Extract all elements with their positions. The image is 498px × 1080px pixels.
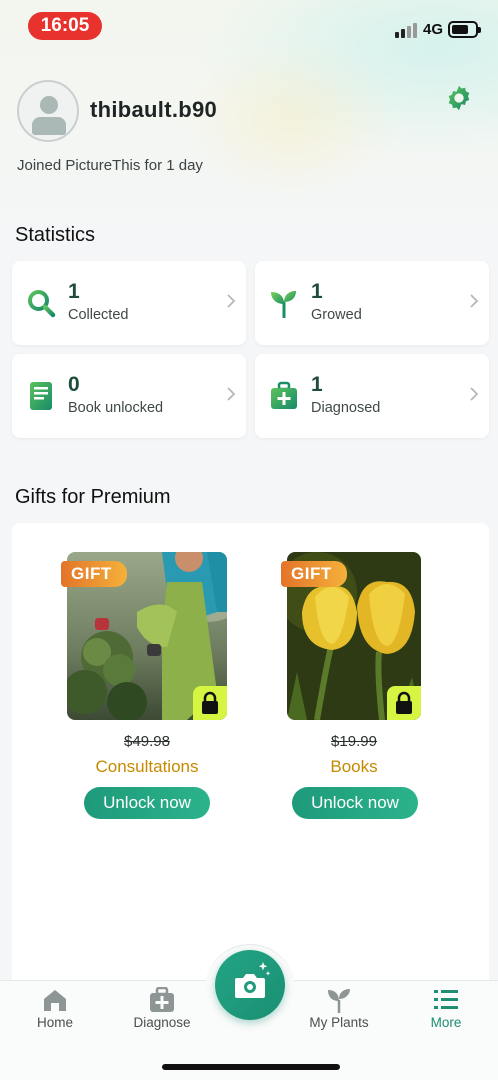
stat-value: 1 xyxy=(311,373,323,396)
gift-original-price: $49.98 xyxy=(124,733,170,750)
lock-icon xyxy=(387,686,421,720)
camera-icon xyxy=(235,962,271,998)
chevron-right-icon xyxy=(470,387,479,401)
network-type: 4G xyxy=(423,21,444,38)
avatar[interactable] xyxy=(17,80,79,142)
statistics-title: Statistics xyxy=(15,224,96,246)
sprout-icon xyxy=(328,989,350,1013)
signal-icon xyxy=(395,22,419,38)
unlock-now-button[interactable]: Unlock now xyxy=(292,787,418,819)
chevron-right-icon xyxy=(470,294,479,308)
medkit-icon xyxy=(271,381,297,409)
status-time: 16:05 xyxy=(28,12,102,40)
battery-icon xyxy=(448,21,481,38)
stat-label: Collected xyxy=(68,307,129,323)
stat-card-diagnosed[interactable]: 1 Diagnosed xyxy=(255,354,489,438)
stat-label: Book unlocked xyxy=(68,400,164,416)
username[interactable]: thibault.b90 xyxy=(90,97,217,123)
stat-value: 1 xyxy=(311,280,323,303)
home-icon xyxy=(44,990,66,1011)
gifts-title: Gifts for Premium xyxy=(15,486,171,508)
gifts-panel: GIFT $49.98 Consultations Unlock now GIF… xyxy=(12,523,489,993)
gift-original-price: $19.99 xyxy=(331,733,377,750)
tab-label: Home xyxy=(36,1015,73,1030)
lock-icon xyxy=(193,686,227,720)
book-icon xyxy=(30,382,52,410)
camera-button[interactable] xyxy=(215,950,285,1020)
tab-my-plants[interactable]: My Plants xyxy=(294,981,384,1041)
tab-label: My Plants xyxy=(309,1015,369,1030)
gift-tag: GIFT xyxy=(61,561,127,587)
status-bar: 16:05 4G xyxy=(0,0,498,50)
stat-card-book-unlocked[interactable]: 0 Book unlocked xyxy=(12,354,246,438)
stat-card-growed[interactable]: 1 Growed xyxy=(255,261,489,345)
tab-label: Diagnose xyxy=(133,1015,191,1030)
stat-card-collected[interactable]: 1 Collected xyxy=(12,261,246,345)
sprout-icon xyxy=(271,291,296,318)
tab-diagnose[interactable]: Diagnose xyxy=(117,981,207,1041)
joined-text: Joined PictureThis for 1 day xyxy=(17,157,203,174)
tab-more[interactable]: More xyxy=(401,981,491,1041)
home-indicator xyxy=(162,1064,340,1070)
tab-home[interactable]: Home xyxy=(10,981,100,1041)
stat-label: Diagnosed xyxy=(311,400,381,416)
search-icon xyxy=(28,290,56,318)
chevron-right-icon xyxy=(227,387,236,401)
list-icon xyxy=(434,990,458,1009)
unlock-now-button[interactable]: Unlock now xyxy=(84,787,210,819)
stat-label: Growed xyxy=(311,307,362,323)
stat-value: 0 xyxy=(68,373,80,396)
stat-value: 1 xyxy=(68,280,80,303)
gear-icon[interactable] xyxy=(445,84,473,112)
gift-tag: GIFT xyxy=(281,561,347,587)
gift-name: Books xyxy=(330,757,378,776)
medkit-icon xyxy=(150,987,174,1012)
gift-name: Consultations xyxy=(95,757,199,776)
tab-label: More xyxy=(430,1015,462,1030)
chevron-right-icon xyxy=(227,294,236,308)
